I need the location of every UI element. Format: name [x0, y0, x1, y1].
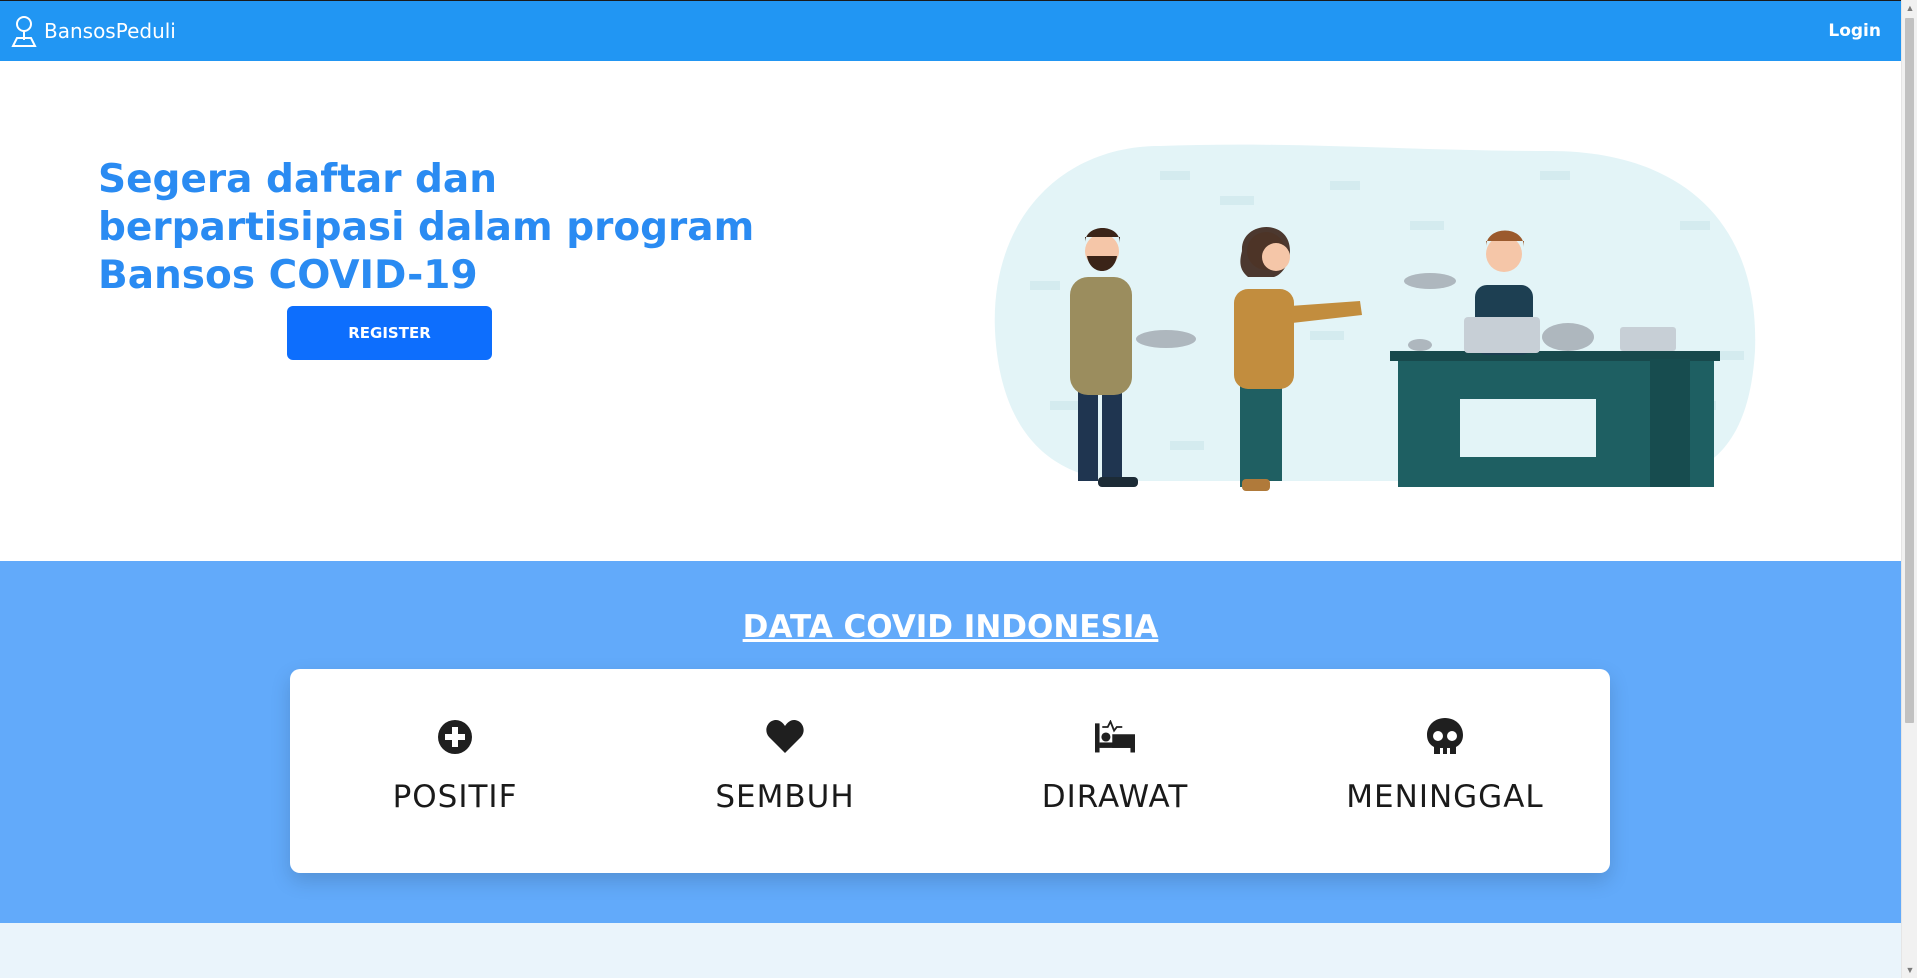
- food-sharing-illustration: [994, 144, 1756, 491]
- stat-label: MENINGGAL: [1346, 779, 1544, 815]
- stat-meninggal: MENINGGAL: [1280, 669, 1610, 873]
- plus-circle-icon: [435, 717, 475, 757]
- heart-icon: [765, 717, 805, 757]
- login-link[interactable]: Login: [1828, 21, 1881, 41]
- navbar: BansosPeduli Login: [0, 0, 1901, 61]
- covid-stats-card: POSITIF SEMBUH DIRAWAT MENINGGAL: [290, 669, 1610, 873]
- stat-label: DIRAWAT: [1041, 779, 1189, 815]
- location-pin-icon: [10, 14, 38, 48]
- stat-label: POSITIF: [392, 779, 518, 815]
- scroll-up-arrow-icon[interactable]: ▲: [1905, 3, 1915, 13]
- register-button[interactable]: REGISTER: [287, 306, 492, 360]
- next-section: [0, 923, 1901, 978]
- stat-label: SEMBUH: [715, 779, 855, 815]
- covid-data-section: DATA COVID INDONESIA POSITIF SEMBUH DIRA…: [0, 561, 1901, 923]
- hero-title: Segera daftar dan berpartisipasi dalam p…: [98, 157, 755, 298]
- bed-pulse-icon: [1095, 717, 1135, 757]
- stat-sembuh: SEMBUH: [620, 669, 950, 873]
- stat-dirawat: DIRAWAT: [950, 669, 1280, 873]
- brand-name: BansosPeduli: [44, 19, 176, 43]
- hero-section: Segera daftar dan berpartisipasi dalam p…: [0, 61, 1901, 561]
- page-scrollbar[interactable]: ▲ ▼: [1901, 0, 1917, 978]
- scrollbar-thumb[interactable]: [1905, 18, 1914, 723]
- page: BansosPeduli Login Segera daftar dan ber…: [0, 0, 1917, 978]
- skull-icon: [1425, 717, 1465, 757]
- covid-section-title: DATA COVID INDONESIA: [742, 609, 1159, 645]
- stat-positif: POSITIF: [290, 669, 620, 873]
- brand-link[interactable]: BansosPeduli: [10, 14, 176, 48]
- scroll-down-arrow-icon[interactable]: ▼: [1905, 965, 1915, 975]
